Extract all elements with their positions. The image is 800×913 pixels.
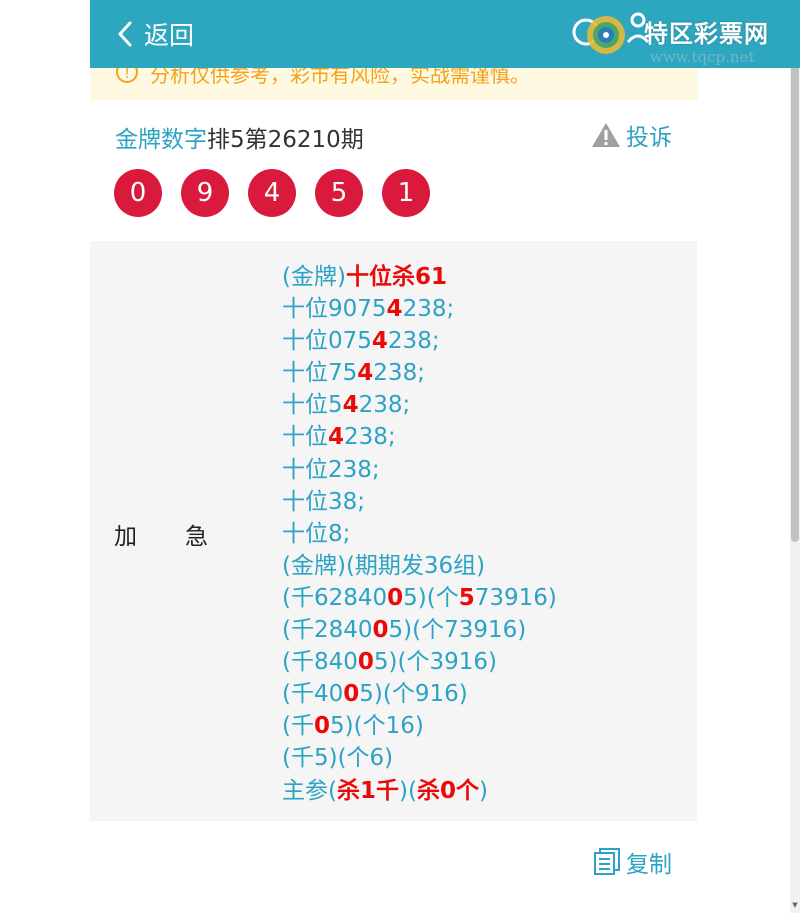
copy-button[interactable]: 复制 xyxy=(592,845,672,879)
title-issue: 排5第26210期 xyxy=(207,127,364,153)
complain-button[interactable]: 投诉 xyxy=(591,118,672,152)
complain-label: 投诉 xyxy=(626,125,672,151)
emphasis-text: 4 xyxy=(386,296,403,323)
line-text: 十位238; xyxy=(282,456,380,483)
emphasis-text: 0 xyxy=(387,584,404,611)
back-label: 返回 xyxy=(144,21,195,50)
chevron-left-icon xyxy=(118,21,132,47)
warning-triangle-icon xyxy=(592,123,620,147)
emphasis-text: 0 xyxy=(313,713,330,740)
line-text: 5)(个3916) xyxy=(373,649,497,676)
line-text: 5)(个73916) xyxy=(388,617,527,644)
line-text: (金牌) xyxy=(282,264,346,290)
line-text: 73916) xyxy=(474,584,557,611)
line-text: (千2840 xyxy=(282,617,373,644)
analysis-line: 主参(杀1千)(杀0个) xyxy=(282,775,557,807)
copy-document-icon xyxy=(594,848,620,875)
panel-label-b: 急 xyxy=(185,524,208,550)
emphasis-text: 4 xyxy=(357,360,374,387)
line-text: 238; xyxy=(387,328,440,355)
emphasis-text: 杀0个 xyxy=(416,777,479,804)
emphasis-text: 十位杀61 xyxy=(345,264,447,290)
analysis-line: (千6284005)(个573916) xyxy=(282,582,557,614)
analysis-line: 十位8; xyxy=(282,518,557,550)
scroll-down-arrow-icon[interactable]: ▼ xyxy=(791,901,799,911)
emphasis-text: 0 xyxy=(343,681,360,708)
panel-label: 加 急 xyxy=(114,517,208,551)
analysis-line: 十位90754238; xyxy=(282,293,557,325)
page-title: 金牌数字排5第26210期 xyxy=(115,120,364,154)
number-ball: 1 xyxy=(382,169,430,217)
emphasis-text: 4 xyxy=(371,328,388,355)
line-text: (千840 xyxy=(282,649,358,676)
line-text: 十位5 xyxy=(282,392,343,419)
line-text: 十位38; xyxy=(282,488,366,515)
line-text: (千5)(个6) xyxy=(282,745,394,772)
emphasis-text: 4 xyxy=(342,392,359,419)
number-ball: 0 xyxy=(114,169,162,217)
line-text: 5)(个916) xyxy=(359,681,468,708)
analysis-panel: 加 急 (金牌)十位杀61 十位90754238; 十位0754238; 十位7542… xyxy=(90,241,697,821)
vertical-scrollbar[interactable]: ▲ ▼ xyxy=(790,0,800,913)
analysis-line: 十位754238; xyxy=(282,357,557,389)
emphasis-text: 0 xyxy=(357,649,374,676)
line-text: 238; xyxy=(358,392,411,419)
line-text: 238; xyxy=(344,424,396,451)
emphasis-text: 杀1千 xyxy=(336,777,399,804)
analysis-line: 十位238; xyxy=(282,454,557,486)
emphasis-text: 4 xyxy=(328,424,345,451)
line-text: 主参( xyxy=(282,777,337,804)
analysis-lines: (金牌)十位杀61 十位90754238; 十位0754238; 十位754238; 十… xyxy=(282,261,557,807)
scrollbar-thumb[interactable] xyxy=(791,62,799,542)
line-text: (千40 xyxy=(282,681,344,708)
analysis-line: (千284005)(个73916) xyxy=(282,614,557,646)
site-watermark: 特区彩票网 www.tqcp.net xyxy=(572,8,790,70)
analysis-line: 十位4238; xyxy=(282,421,557,453)
line-text: 5)(个 xyxy=(403,584,459,611)
number-ball: 5 xyxy=(315,169,363,217)
analysis-line: (千05)(个16) xyxy=(282,710,557,742)
emphasis-text: 5 xyxy=(458,584,475,611)
line-text: 十位75 xyxy=(282,360,358,387)
analysis-line: 十位0754238; xyxy=(282,325,557,357)
analysis-line: (千5)(个6) xyxy=(282,742,557,774)
lottery-number-balls: 0 9 4 5 1 xyxy=(114,169,430,217)
line-text: 十位075 xyxy=(282,328,372,355)
number-ball: 4 xyxy=(248,169,296,217)
line-text: (千 xyxy=(282,713,314,740)
title-highlight[interactable]: 金牌数字 xyxy=(115,127,207,153)
line-text: (千62840 xyxy=(282,584,388,611)
panel-label-a: 加 xyxy=(114,524,137,550)
watermark-logo-icon xyxy=(572,12,650,54)
line-text: ) xyxy=(478,777,488,804)
analysis-line: (千84005)(个3916) xyxy=(282,646,557,678)
back-button[interactable]: 返回 xyxy=(116,0,194,68)
copy-label: 复制 xyxy=(626,852,672,878)
analysis-line: (千4005)(个916) xyxy=(282,678,557,710)
analysis-line: 十位38; xyxy=(282,486,557,518)
line-text: (金牌)(期期发36组) xyxy=(282,552,486,579)
number-ball: 9 xyxy=(181,169,229,217)
emphasis-text: 0 xyxy=(372,617,389,644)
line-text: 十位 xyxy=(282,424,328,451)
line-text: 5)(个16) xyxy=(330,713,424,740)
line-text: 十位9075 xyxy=(282,296,387,323)
line-text: )( xyxy=(399,777,417,804)
analysis-line: (金牌)(期期发36组) xyxy=(282,550,557,582)
watermark-brand: 特区彩票网 xyxy=(644,20,769,48)
top-nav-bar: 返回 特区彩票网 www.tqcp.net xyxy=(90,0,800,68)
watermark-url: www.tqcp.net xyxy=(650,48,755,66)
analysis-line: (金牌)十位杀61 xyxy=(282,261,557,293)
analysis-line: 十位54238; xyxy=(282,389,557,421)
line-text: 238; xyxy=(373,360,425,387)
line-text: 十位8; xyxy=(282,520,351,547)
line-text: 238; xyxy=(402,296,455,323)
